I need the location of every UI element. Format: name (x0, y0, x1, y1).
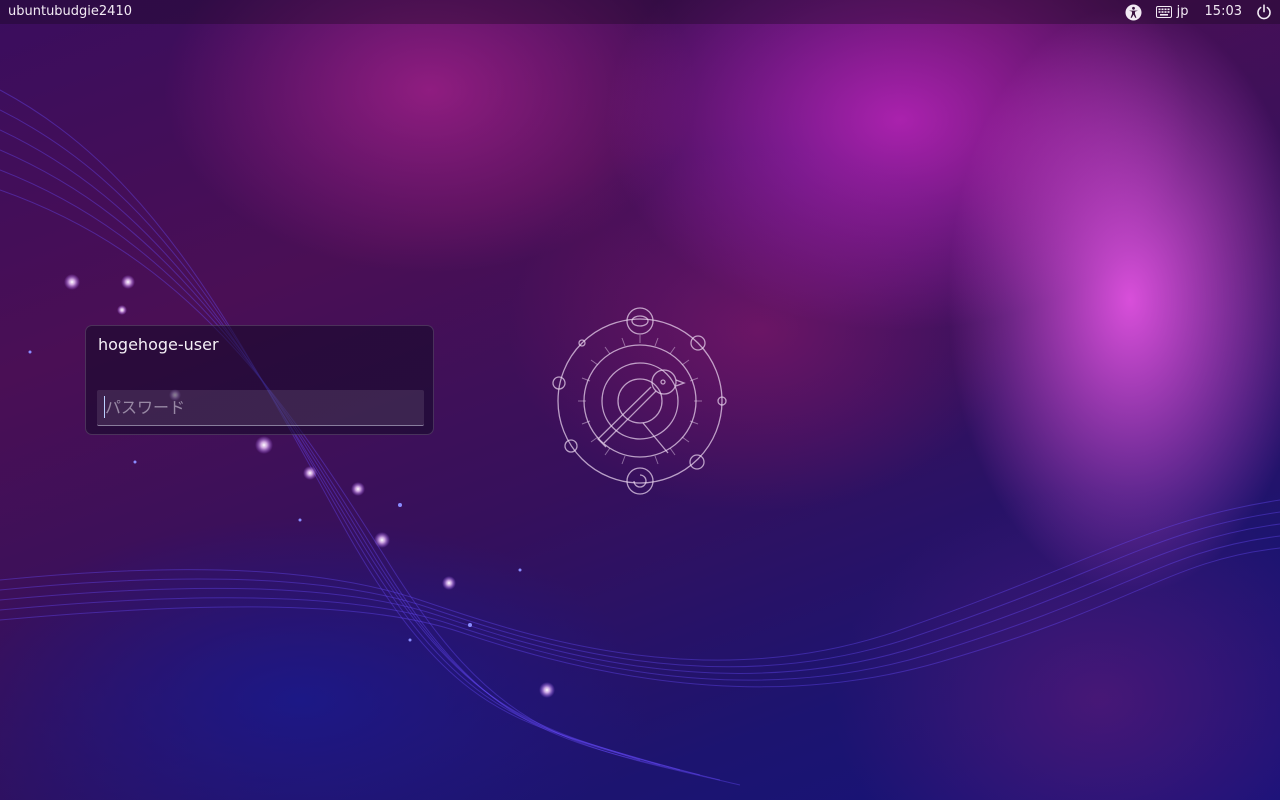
clock[interactable]: 15:03 (1205, 0, 1242, 24)
keyboard-layout-indicator[interactable]: jp (1155, 0, 1189, 24)
password-input[interactable] (97, 390, 424, 426)
keyboard-layout-label: jp (1176, 4, 1189, 19)
accessibility-icon[interactable] (1125, 4, 1142, 21)
top-panel: ubuntubudgie2410 jp 15:03 (0, 0, 1280, 24)
username-label[interactable]: hogehoge-user (98, 335, 219, 354)
text-cursor (104, 396, 105, 418)
login-prompt: hogehoge-user (85, 325, 434, 435)
panel-indicators: jp 15:03 (1111, 0, 1272, 24)
hostname-label: ubuntubudgie2410 (8, 4, 132, 19)
power-icon[interactable] (1256, 4, 1272, 20)
ubuntu-budgie-logo-icon (552, 307, 727, 495)
login-screen: ubuntubudgie2410 jp 15:03 hogehoge-user (0, 0, 1280, 800)
keyboard-icon (1155, 6, 1172, 18)
